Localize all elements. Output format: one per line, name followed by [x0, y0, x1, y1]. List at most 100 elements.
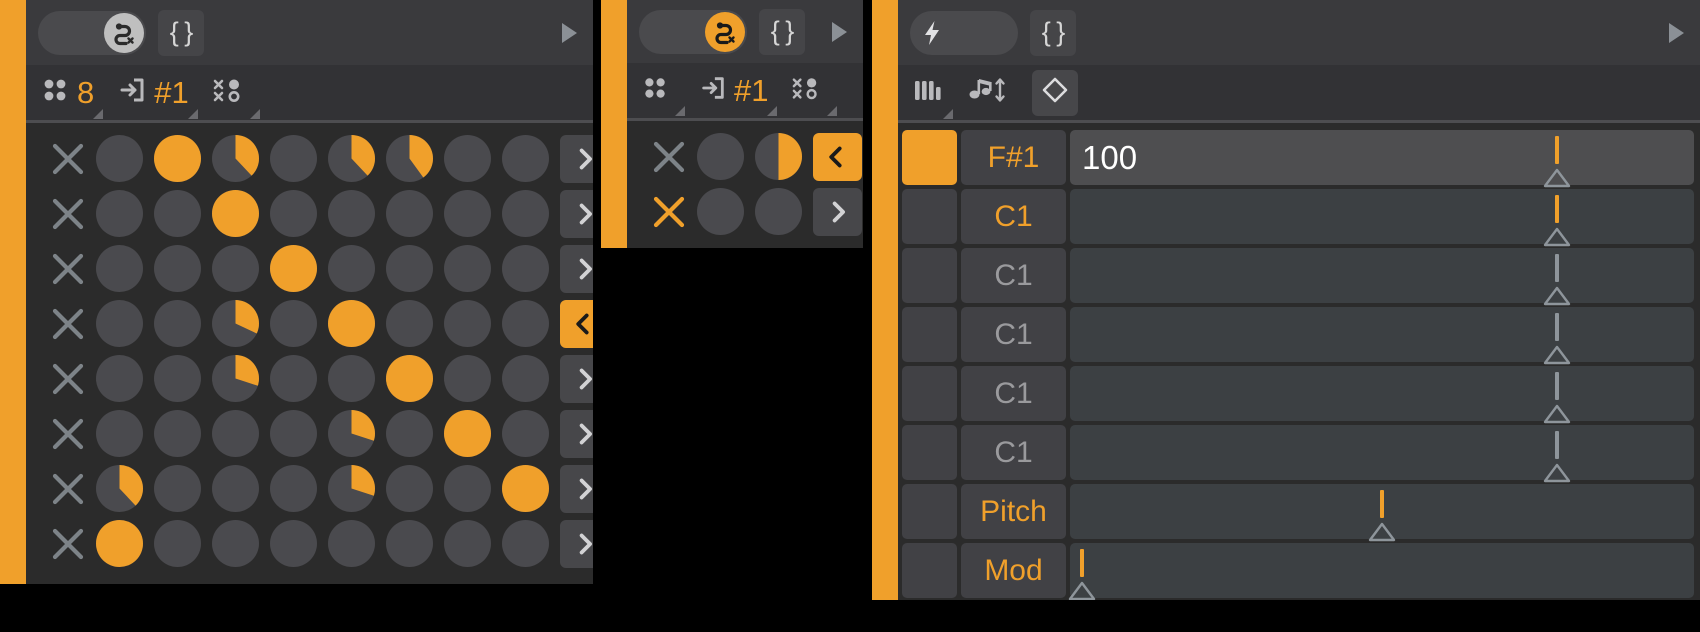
step-cell[interactable] — [697, 188, 744, 235]
velocity-shape-button[interactable] — [1032, 69, 1078, 116]
step-cell[interactable] — [270, 245, 317, 292]
row-chevron-right-icon[interactable] — [560, 244, 593, 293]
step-cell[interactable] — [328, 465, 375, 512]
step-cell[interactable] — [502, 520, 549, 567]
row-mute-x-icon[interactable] — [40, 524, 96, 564]
row-chevron-right-icon[interactable] — [560, 464, 593, 513]
lane-enable-led[interactable] — [902, 248, 957, 303]
step-cell[interactable] — [386, 410, 433, 457]
step-cell[interactable] — [212, 410, 259, 457]
play-triangle-icon[interactable] — [1669, 22, 1684, 43]
play-triangle-icon[interactable] — [832, 21, 847, 42]
lane-enable-led[interactable] — [902, 130, 957, 185]
step-cell[interactable] — [212, 465, 259, 512]
row-chevron-left-icon[interactable] — [560, 299, 593, 348]
step-cell[interactable] — [386, 135, 433, 182]
step-cell[interactable] — [328, 300, 375, 347]
randomize-button[interactable] — [212, 75, 260, 119]
step-cell[interactable] — [154, 190, 201, 237]
row-chevron-right-icon[interactable] — [560, 189, 593, 238]
lane-name-label[interactable]: Mod — [961, 543, 1066, 598]
lane-slider[interactable] — [1069, 543, 1694, 600]
randomize-button[interactable] — [791, 74, 838, 116]
step-cell[interactable] — [328, 355, 375, 402]
lane-name-label[interactable]: C1 — [961, 189, 1066, 244]
step-cell[interactable] — [386, 520, 433, 567]
lane-slider[interactable] — [1070, 248, 1694, 306]
lane-slider[interactable] — [1070, 484, 1694, 542]
step-cell[interactable] — [444, 465, 491, 512]
row-chevron-right-icon[interactable] — [560, 519, 593, 568]
step-cell[interactable] — [154, 465, 201, 512]
lane-enable-led[interactable] — [902, 307, 957, 362]
step-cell[interactable] — [755, 133, 802, 180]
step-cell[interactable] — [502, 355, 549, 402]
row-mute-x-icon[interactable] — [40, 414, 96, 454]
lane-slider[interactable] — [1070, 366, 1694, 424]
step-cell[interactable] — [270, 410, 317, 457]
step-cell[interactable] — [328, 410, 375, 457]
step-cell[interactable] — [444, 355, 491, 402]
keyboard-range-button[interactable] — [912, 75, 953, 119]
step-cell[interactable] — [154, 520, 201, 567]
step-cell[interactable] — [444, 520, 491, 567]
step-cell[interactable] — [444, 410, 491, 457]
step-cell[interactable] — [270, 355, 317, 402]
input-route-button[interactable]: #1 — [699, 74, 778, 116]
lane-enable-led[interactable] — [902, 543, 957, 598]
step-cell[interactable] — [386, 190, 433, 237]
step-cell[interactable] — [386, 300, 433, 347]
row-mute-x-icon[interactable] — [40, 359, 96, 399]
lane-name-label[interactable]: C1 — [961, 425, 1066, 480]
step-cell[interactable] — [386, 465, 433, 512]
note-transpose-button[interactable] — [967, 75, 1018, 110]
step-cell[interactable] — [270, 300, 317, 347]
step-cell[interactable] — [444, 245, 491, 292]
step-cell[interactable] — [444, 300, 491, 347]
step-cell[interactable] — [328, 135, 375, 182]
step-cell[interactable] — [212, 190, 259, 237]
step-cell[interactable] — [328, 520, 375, 567]
row-chevron-right-icon[interactable] — [560, 134, 593, 183]
step-cell[interactable] — [328, 190, 375, 237]
step-cell[interactable] — [386, 245, 433, 292]
step-cell[interactable] — [697, 133, 744, 180]
step-cell[interactable] — [502, 135, 549, 182]
step-cell[interactable] — [96, 355, 143, 402]
lane-name-label[interactable]: Pitch — [961, 484, 1066, 539]
step-cell[interactable] — [270, 520, 317, 567]
step-cell[interactable] — [270, 465, 317, 512]
route-toggle[interactable] — [639, 9, 747, 54]
step-cell[interactable] — [212, 355, 259, 402]
step-cell[interactable] — [270, 190, 317, 237]
step-cell[interactable] — [444, 190, 491, 237]
lane-enable-led[interactable] — [902, 425, 957, 480]
lane-name-label[interactable]: F#1 — [961, 130, 1066, 185]
row-chevron-right-icon[interactable] — [560, 354, 593, 403]
play-triangle-icon[interactable] — [562, 22, 577, 43]
lane-enable-led[interactable] — [902, 366, 957, 421]
expression-braces-button[interactable]: { } — [1030, 9, 1076, 56]
step-cell[interactable] — [96, 520, 143, 567]
row-chevron-right-icon[interactable] — [813, 187, 862, 236]
step-cell[interactable] — [96, 410, 143, 457]
step-cell[interactable] — [328, 245, 375, 292]
route-toggle[interactable] — [38, 10, 146, 55]
lane-enable-led[interactable] — [902, 484, 957, 539]
step-cell[interactable] — [154, 355, 201, 402]
trigger-toggle[interactable] — [910, 10, 1018, 55]
step-cell[interactable] — [502, 245, 549, 292]
step-cell[interactable] — [212, 300, 259, 347]
row-mute-x-icon[interactable] — [40, 139, 96, 179]
step-cell[interactable] — [96, 190, 143, 237]
lane-name-label[interactable]: C1 — [961, 307, 1066, 362]
row-mute-x-icon[interactable] — [40, 304, 96, 344]
step-cell[interactable] — [96, 300, 143, 347]
lane-name-label[interactable]: C1 — [961, 248, 1066, 303]
row-mute-x-icon[interactable] — [641, 137, 697, 177]
expression-braces-button[interactable]: { } — [759, 8, 805, 55]
lane-slider[interactable] — [1070, 425, 1694, 483]
step-cell[interactable] — [502, 465, 549, 512]
lane-slider[interactable] — [1070, 189, 1694, 247]
grid-mode-button[interactable]: 8 — [40, 75, 104, 119]
